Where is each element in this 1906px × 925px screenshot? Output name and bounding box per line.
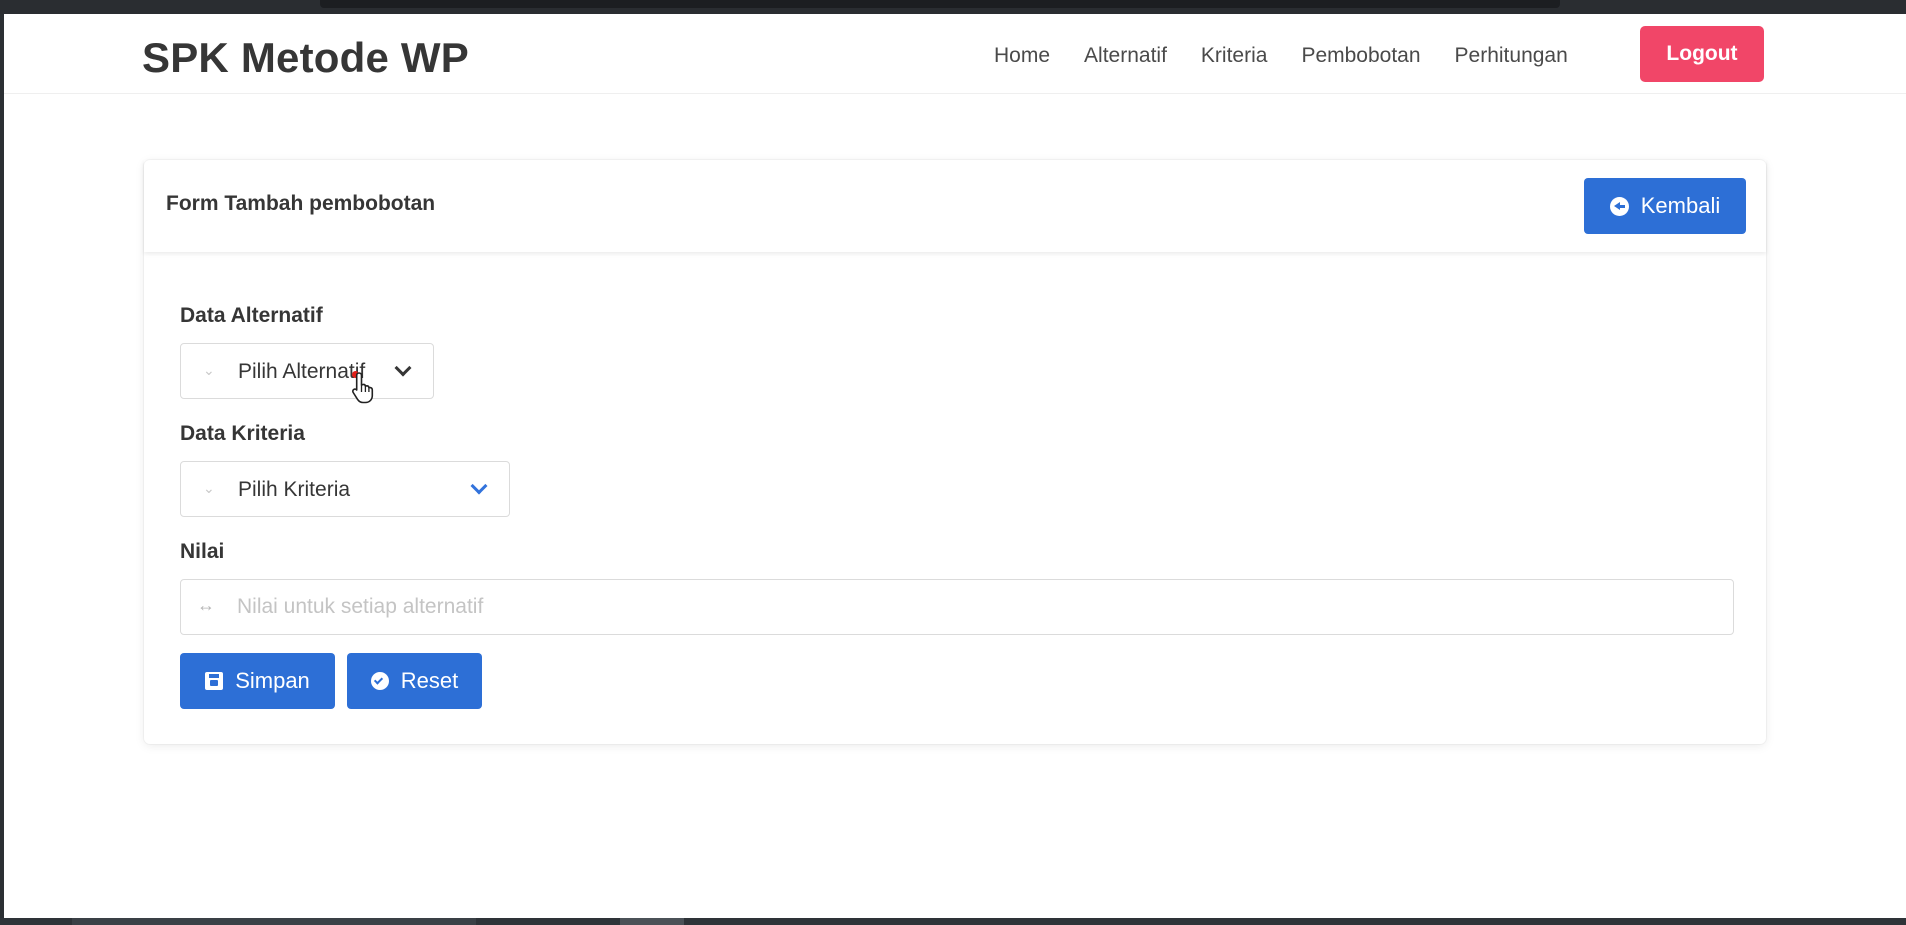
nilai-field[interactable]: ↔ [180,579,1734,635]
alternatif-select[interactable]: ⌄ Pilih Alternatif [180,343,434,399]
browser-top-strip [0,0,1906,14]
nilai-input[interactable] [237,590,1717,624]
card-title: Form Tambah pembobotan [166,192,436,215]
back-button[interactable]: Kembali [1584,178,1746,234]
back-button-label: Kembali [1640,193,1721,218]
nav-link-perhitungan[interactable]: Perhitungan [1455,44,1568,68]
hand-pointer-icon [352,372,374,404]
alternatif-label: Data Alternatif [180,304,323,327]
alternatif-select-value: Pilih Alternatif [238,360,366,383]
brand-title[interactable]: SPK Metode WP [142,34,469,82]
browser-top-bar [320,0,1560,8]
taskbar-strip [0,918,1906,925]
arrow-circle-left-icon [1609,196,1629,216]
arrows-h-icon: ↔ [197,595,215,615]
chevron-down-icon [470,477,488,495]
kriteria-label: Data Kriteria [180,422,305,445]
nav-link-alternatif[interactable]: Alternatif [1084,44,1167,68]
taskbar-segment [620,918,684,925]
nav-link-pembobotan[interactable]: Pembobotan [1301,44,1420,68]
page: SPK Metode WP Home Alternatif Kriteria P… [4,14,1906,918]
kriteria-select[interactable]: ⌄ Pilih Kriteria [180,461,510,517]
save-button[interactable]: Simpan [180,653,335,709]
reset-button-label: Reset [400,668,459,693]
nav-links: Home Alternatif Kriteria Pembobotan Perh… [994,44,1602,68]
kriteria-select-value: Pilih Kriteria [238,478,351,501]
nav-link-home[interactable]: Home [994,44,1050,68]
chevron-down-icon [394,359,412,377]
taskbar-segment [72,918,476,925]
chevron-down-icon: ⌄ [203,362,215,378]
form-card: Form Tambah pembobotan Kembali Data Alte… [144,160,1766,744]
check-circle-icon [370,672,389,690]
save-button-label: Simpan [235,668,310,693]
save-icon [205,672,224,690]
nilai-label: Nilai [180,540,225,563]
navbar: SPK Metode WP Home Alternatif Kriteria P… [4,14,1906,94]
reset-button[interactable]: Reset [347,653,482,709]
card-header: Form Tambah pembobotan Kembali [144,160,1766,252]
chevron-down-icon: ⌄ [203,480,215,496]
nav-link-kriteria[interactable]: Kriteria [1201,44,1268,68]
logout-button[interactable]: Logout [1640,26,1764,82]
